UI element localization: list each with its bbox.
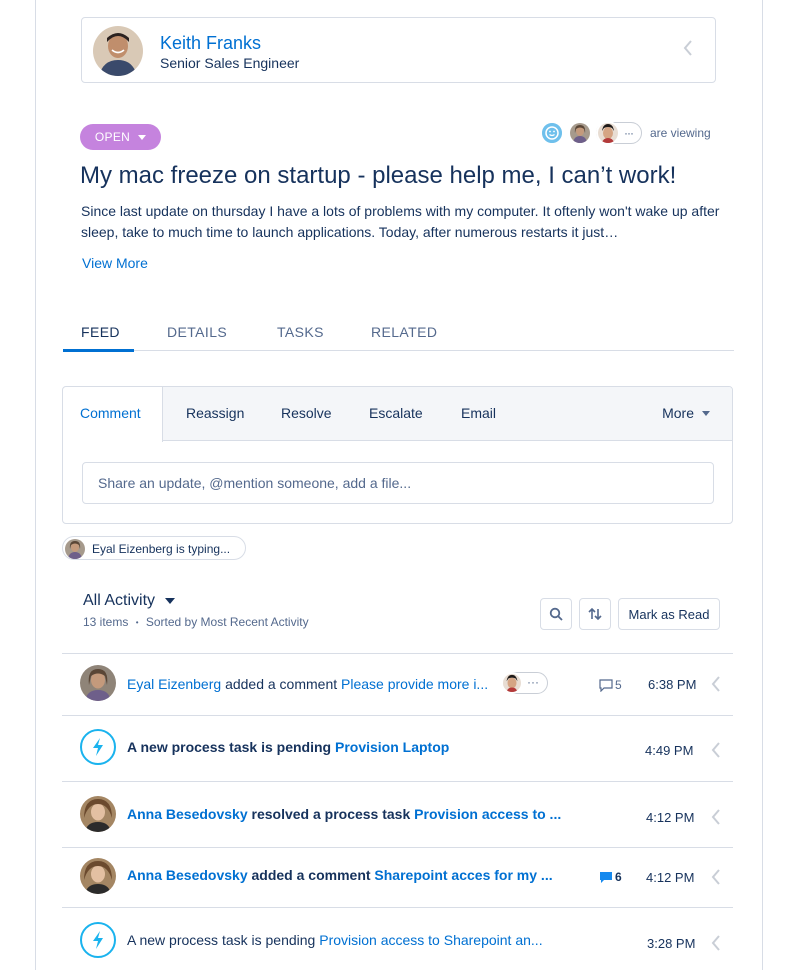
feed-item[interactable]: Eyal Eizenberg added a comment Please pr… xyxy=(62,653,733,715)
chevron-down-icon xyxy=(165,598,176,604)
feed-time: 4:12 PM xyxy=(646,810,695,825)
actor-link[interactable]: Anna Besedovsky xyxy=(127,867,248,883)
feed-target-link[interactable]: Please provide more i... xyxy=(341,676,488,692)
more-label: More xyxy=(662,405,694,421)
mark-as-read-button[interactable]: Mark as Read xyxy=(618,598,720,630)
meta-separator: • xyxy=(135,618,139,628)
feed-time: 6:38 PM xyxy=(648,677,697,692)
feed-item[interactable]: Anna Besedovsky added a comment Sharepoi… xyxy=(62,847,733,907)
feed-target-link[interactable]: Provision access to ... xyxy=(414,806,561,822)
tab-feed[interactable]: FEED xyxy=(81,324,120,340)
activity-filter-dropdown[interactable]: All Activity xyxy=(83,592,176,610)
contact-name[interactable]: Keith Franks xyxy=(160,33,261,54)
activity-meta: 13 items • Sorted by Most Recent Activit… xyxy=(83,615,309,629)
contact-avatar xyxy=(93,26,143,76)
more-dots-icon: ··· xyxy=(527,675,539,689)
comment-bubble-icon xyxy=(600,871,612,883)
search-icon xyxy=(549,607,563,621)
actor-avatar[interactable] xyxy=(80,796,116,832)
smiley-avatar-icon xyxy=(540,121,564,145)
sort-button[interactable] xyxy=(579,598,611,630)
publisher-tab-escalate[interactable]: Escalate xyxy=(369,405,423,421)
chevron-left-icon[interactable] xyxy=(711,742,721,763)
publisher-more-menu[interactable]: More xyxy=(662,405,710,421)
chevron-down-icon xyxy=(702,410,710,416)
record-tabs: FEED DETAILS TASKS RELATED xyxy=(63,320,734,352)
tab-details[interactable]: DETAILS xyxy=(167,324,227,340)
comment-count[interactable]: 6 xyxy=(599,870,622,884)
feed-time: 3:28 PM xyxy=(647,936,696,951)
chevron-left-icon[interactable] xyxy=(711,676,721,697)
actor-avatar[interactable] xyxy=(80,665,116,701)
publisher-tab-reassign[interactable]: Reassign xyxy=(186,405,244,421)
contact-role: Senior Sales Engineer xyxy=(160,55,300,71)
frame-border-left xyxy=(35,0,36,970)
viewer-avatar xyxy=(568,121,592,145)
sort-arrows-icon xyxy=(588,607,602,621)
row-viewers[interactable]: ··· xyxy=(501,672,548,694)
viewing-label: are viewing xyxy=(650,126,711,140)
feed-action: added a comment xyxy=(251,867,371,883)
chevron-left-icon[interactable] xyxy=(711,935,721,956)
feed-action: A new process task is pending xyxy=(127,739,332,755)
publisher-tab-comment[interactable]: Comment xyxy=(63,387,163,442)
feed-item-text: A new process task is pending Provision … xyxy=(127,932,543,948)
chevron-left-icon[interactable] xyxy=(683,40,693,61)
actor-link[interactable]: Anna Besedovsky xyxy=(127,806,248,822)
chevron-left-icon[interactable] xyxy=(711,809,721,830)
chevron-down-icon xyxy=(138,134,147,140)
more-dots-icon: ··· xyxy=(624,126,634,140)
chevron-left-icon[interactable] xyxy=(711,869,721,890)
feed-target-link[interactable]: Sharepoint acces for my ... xyxy=(374,867,552,883)
view-more-link[interactable]: View More xyxy=(82,255,148,271)
tab-tasks[interactable]: TASKS xyxy=(277,324,324,340)
feed-action: A new process task is pending xyxy=(127,932,316,948)
feed-target-link[interactable]: Provision access to Sharepoint an... xyxy=(319,932,542,948)
typing-user-avatar xyxy=(65,539,85,559)
comment-count[interactable]: 5 xyxy=(599,678,622,692)
feed-action: added a comment xyxy=(225,676,338,692)
tab-related[interactable]: RELATED xyxy=(371,324,437,340)
share-update-input[interactable]: Share an update, @mention someone, add a… xyxy=(82,462,714,504)
actor-link[interactable]: Eyal Eizenberg xyxy=(127,676,221,692)
search-button[interactable] xyxy=(540,598,572,630)
feed-item[interactable]: Anna Besedovsky resolved a process task … xyxy=(62,781,733,847)
comment-bubble-icon xyxy=(599,678,613,692)
case-description: Since last update on thursday I have a l… xyxy=(81,203,720,240)
viewer-avatar xyxy=(501,672,523,694)
activity-sort: Sorted by Most Recent Activity xyxy=(145,615,309,629)
feed-item[interactable]: A new process task is pending Provision … xyxy=(62,907,733,970)
status-label: OPEN xyxy=(94,130,131,144)
feed-item-text: Anna Besedovsky resolved a process task … xyxy=(127,806,561,822)
publisher-tabs: Comment Reassign Resolve Escalate Email … xyxy=(63,387,732,442)
lightning-icon xyxy=(80,729,116,765)
feed-target-link[interactable]: Provision Laptop xyxy=(335,739,449,755)
actor-avatar[interactable] xyxy=(80,858,116,894)
publisher-tab-resolve[interactable]: Resolve xyxy=(281,405,332,421)
feed-item-text: Anna Besedovsky added a comment Sharepoi… xyxy=(127,867,553,883)
case-title: My mac freeze on startup - please help m… xyxy=(80,162,677,189)
comment-count-value: 5 xyxy=(615,678,622,692)
active-tab-indicator xyxy=(63,349,134,352)
publisher-tab-label: Comment xyxy=(80,405,141,421)
publisher-tab-email[interactable]: Email xyxy=(461,405,496,421)
lightning-icon xyxy=(80,922,116,958)
status-dropdown[interactable]: OPEN xyxy=(80,124,161,150)
typing-text: Eyal Eizenberg is typing... xyxy=(92,542,231,556)
feed-time: 4:49 PM xyxy=(645,743,694,758)
typing-indicator: Eyal Eizenberg is typing... xyxy=(62,536,246,560)
activity-count: 13 items xyxy=(83,615,129,629)
frame-border-right xyxy=(762,0,763,970)
viewer-avatar xyxy=(596,121,620,145)
feed-time: 4:12 PM xyxy=(646,870,695,885)
comment-count-value: 6 xyxy=(615,870,622,884)
feed-item-text: Eyal Eizenberg added a comment Please pr… xyxy=(127,676,488,692)
feed-item[interactable]: A new process task is pending Provision … xyxy=(62,715,733,781)
contact-card[interactable]: Keith Franks Senior Sales Engineer xyxy=(81,17,716,83)
feed-action: resolved a process task xyxy=(251,806,411,822)
activity-title: All Activity xyxy=(83,592,156,609)
publisher: Comment Reassign Resolve Escalate Email … xyxy=(62,386,733,524)
feed-item-text: A new process task is pending Provision … xyxy=(127,739,449,755)
